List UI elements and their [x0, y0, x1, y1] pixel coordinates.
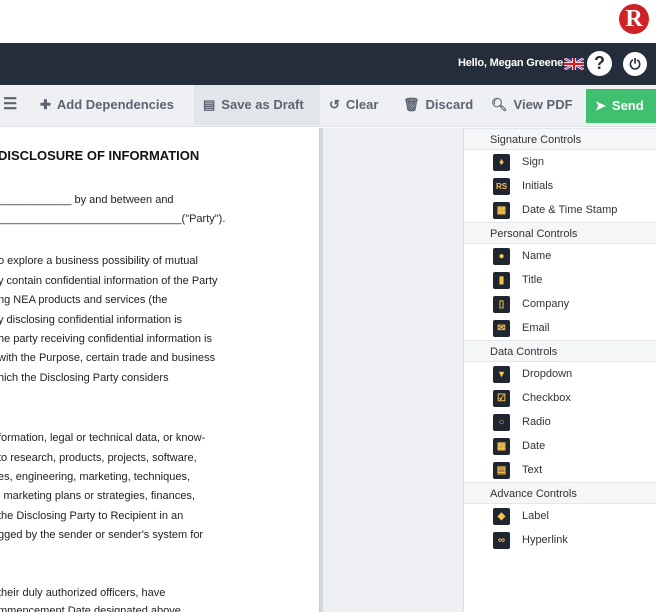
document-text-line: y disclosing confidential information is [0, 314, 183, 326]
document-text-line: l marketing plans or strategies, finance… [0, 490, 195, 502]
save-as-draft-button[interactable]: ▤ Save as Draft [194, 85, 320, 125]
control-label: Dropdown [522, 368, 573, 380]
power-icon[interactable]: ⏻ [623, 52, 647, 76]
clear-button[interactable]: ↺ Clear [329, 85, 378, 125]
document-title: DISCLOSURE OF INFORMATION [0, 148, 200, 163]
search-icon: 🔍︎ [491, 97, 508, 112]
brand-logo[interactable]: R [619, 4, 649, 34]
control-label[interactable]: ◆ Label [464, 506, 656, 530]
link-icon: ∞ [493, 532, 510, 549]
calendar-clock-icon: ▦ [493, 202, 510, 219]
document-text-line: y contain confidential information of th… [0, 275, 218, 287]
tag-icon: ◆ [493, 508, 510, 525]
control-initials[interactable]: RS Initials [464, 176, 656, 200]
control-label: Date & Time Stamp [522, 204, 618, 216]
control-label: Email [522, 322, 550, 334]
control-label: Radio [522, 416, 551, 428]
control-label: Name [522, 250, 552, 262]
building-icon: ▯ [493, 296, 510, 313]
control-date[interactable]: ▦ Date [464, 436, 656, 460]
user-icon: ● [493, 248, 510, 265]
control-radio[interactable]: ○ Radio [464, 412, 656, 436]
top-bar: R [0, 0, 656, 43]
send-button[interactable]: ➤ Send [586, 89, 656, 123]
document-text-line: hich the Disclosing Party considers [0, 372, 169, 384]
canvas-background [323, 128, 463, 612]
document-text-line: he party receiving confidential informat… [0, 333, 213, 345]
section-header: Personal Controls [464, 222, 656, 244]
control-label: Initials [522, 180, 554, 192]
radio-icon: ○ [493, 414, 510, 431]
document-text-line: o explore a business possibility of mutu… [0, 255, 198, 267]
caret-down-icon: ▾ [493, 366, 510, 383]
document-text-line: their duly authorized officers, have [0, 587, 166, 599]
control-company[interactable]: ▯ Company [464, 294, 656, 318]
undo-icon: ↺ [329, 97, 340, 112]
document-text-line: with the Purpose, certain trade and busi… [0, 352, 216, 364]
paper-plane-icon: ➤ [595, 98, 606, 113]
id-card-icon: ▮ [493, 272, 510, 289]
control-label: Label [522, 510, 549, 522]
document-text-line: mmencement Date designated above [0, 605, 181, 612]
document-text-line: the Disclosing Party to Recipient in an [0, 510, 184, 522]
controls-panel: ❮ Signature Controls♦SignRSInitials▦Date… [463, 128, 656, 612]
navbar: Hello, Megan Greene ? ⏻ [0, 43, 656, 85]
control-label: Date [522, 440, 546, 452]
file-icon: ▤ [203, 97, 216, 112]
document-text-line: es, engineering, marketing, techniques, [0, 471, 191, 483]
control-dropdown[interactable]: ▾ Dropdown [464, 364, 656, 388]
control-title[interactable]: ▮ Title [464, 270, 656, 294]
puzzle-icon: ✚ [40, 97, 51, 112]
document-text-line: ____________ by and between and [0, 194, 174, 206]
document-text-line: to research, products, projects, softwar… [0, 452, 197, 464]
control-label: Title [522, 274, 543, 286]
calendar-icon: ▦ [493, 438, 510, 455]
trash-icon: 🗑 [403, 97, 420, 112]
pen-nib-icon: ♦ [493, 154, 510, 171]
control-label: Hyperlink [522, 534, 568, 546]
control-hyperlink[interactable]: ∞ Hyperlink [464, 530, 656, 554]
envelope-icon: ✉ [493, 320, 510, 337]
section-header: Advance Controls [464, 482, 656, 504]
section-header: Signature Controls [464, 128, 656, 150]
document-text-line: ______________________________("Party"). [0, 213, 226, 225]
question-icon[interactable]: ? [587, 51, 612, 76]
checkbox-icon: ☑ [493, 390, 510, 407]
toolbar: ☰ ✚ Add Dependencies ▤ Save as Draft ↺ Clea… [0, 85, 656, 127]
document-text-line: ng NEA products and services (the [0, 294, 168, 306]
section-header: Data Controls [464, 340, 656, 362]
control-label: Checkbox [522, 392, 571, 404]
control-label: Sign [522, 156, 545, 168]
user-greeting: Hello, Megan Greene [458, 57, 564, 69]
control-text[interactable]: ▤ Text [464, 460, 656, 484]
control-email[interactable]: ✉ Email [464, 318, 656, 342]
control-name[interactable]: ● Name [464, 246, 656, 270]
control-sign[interactable]: ♦ Sign [464, 152, 656, 176]
control-label: Company [522, 298, 570, 310]
document-text-line: formation, legal or technical data, or k… [0, 432, 206, 444]
discard-button[interactable]: 🗑 Discard [403, 85, 473, 125]
add-dependencies-button[interactable]: ✚ Add Dependencies [40, 85, 174, 125]
document-text-line: gged by the sender or sender's system fo… [0, 529, 204, 541]
control-checkbox[interactable]: ☑ Checkbox [464, 388, 656, 412]
control-label: Text [522, 464, 543, 476]
menu-icon[interactable]: ☰ [3, 85, 17, 125]
uk-flag-icon[interactable] [564, 58, 584, 70]
control-date-time-stamp[interactable]: ▦ Date & Time Stamp [464, 200, 656, 224]
document-page[interactable]: DISCLOSURE OF INFORMATION ____________ b… [0, 128, 320, 612]
text-file-icon: ▤ [493, 462, 510, 479]
initials-icon: RS [493, 178, 510, 195]
view-pdf-button[interactable]: 🔍︎ View PDF [491, 85, 573, 125]
